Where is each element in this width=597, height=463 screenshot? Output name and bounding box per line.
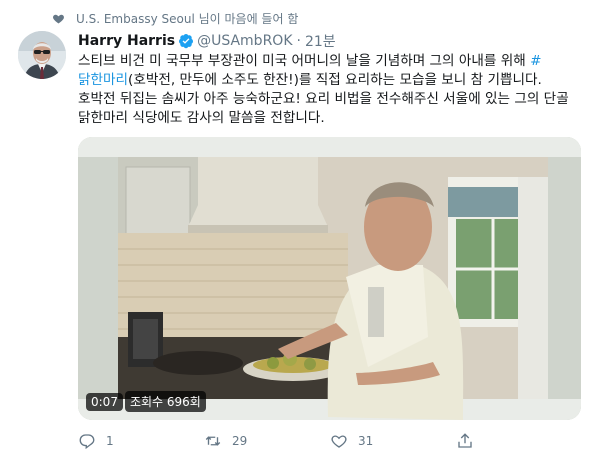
- video-duration: 0:07: [86, 392, 123, 411]
- retweet-count: 29: [232, 434, 248, 448]
- like-count: 31: [358, 434, 374, 448]
- heart-outline-icon: [331, 435, 347, 448]
- video-frame: [78, 137, 581, 420]
- video-overlay: 0:07 조회수 696회: [86, 391, 206, 412]
- author-name[interactable]: Harry Harris: [78, 33, 175, 49]
- social-context-text: U.S. Embassy Seoul 님이 마음에 들어 함: [76, 12, 299, 26]
- separator-dot: ·: [296, 33, 301, 49]
- tweet-timestamp[interactable]: 21분: [305, 31, 336, 51]
- reply-icon: [79, 434, 95, 450]
- reply-count: 1: [106, 434, 114, 448]
- author-handle[interactable]: @USAmbROK: [197, 33, 292, 49]
- avatar-image: [18, 31, 66, 79]
- avatar[interactable]: [18, 31, 66, 79]
- tweet-text-part2: (호박전, 만두에 소주도 한잔!)를 직접 요리하는 모습을 보니 참 기쁩니…: [78, 72, 569, 126]
- social-context[interactable]: U.S. Embassy Seoul 님이 마음에 들어 함: [52, 10, 298, 27]
- share-button[interactable]: [456, 432, 582, 450]
- verified-badge-icon: [179, 34, 194, 49]
- tweet-actions: 1 29 31: [78, 432, 583, 450]
- video-player[interactable]: 0:07 조회수 696회: [78, 137, 581, 420]
- tweet-text-part1: 스티브 비건 미 국무부 부장관이 미국 어머니의 날을 기념하며 그의 아내를…: [78, 53, 531, 69]
- tweet-header: Harry Harris @USAmbROK · 21분: [78, 31, 336, 51]
- share-icon: [458, 433, 472, 448]
- video-view-count: 조회수 696회: [124, 391, 206, 412]
- retweet-icon: [205, 436, 221, 446]
- heart-icon: [53, 14, 64, 24]
- reply-button[interactable]: 1: [78, 432, 204, 450]
- retweet-button[interactable]: 29: [204, 432, 330, 450]
- like-button[interactable]: 31: [330, 432, 456, 450]
- tweet-text: 스티브 비건 미 국무부 부장관이 미국 어머니의 날을 기념하며 그의 아내를…: [78, 52, 583, 128]
